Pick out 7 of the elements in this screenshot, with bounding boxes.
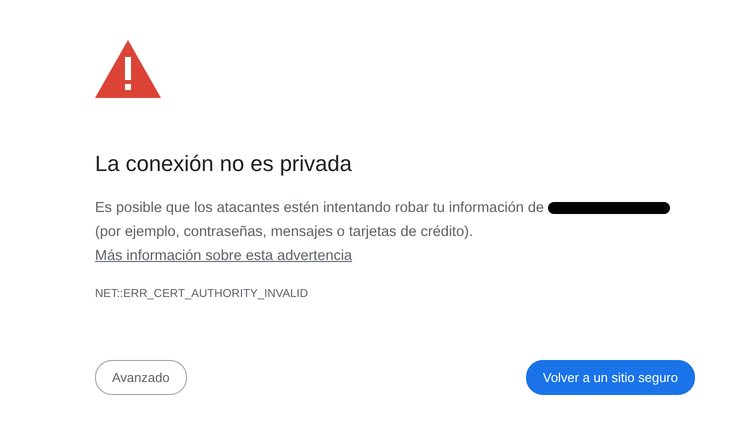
learn-more-link[interactable]: Más información sobre esta advertencia (95, 248, 352, 264)
warning-message: Es posible que los atacantes estén intentando robar tu información de (por ejemplo, contraseñas, mensajes o tarjetas de crédito). Más información sobre esta advertencia (95, 196, 715, 268)
page-title: La conexión no es privada (95, 150, 353, 178)
error-code: NET::ERR_CERT_AUTHORITY_INVALID (95, 288, 310, 300)
warning-icon (95, 40, 161, 98)
advanced-button[interactable]: Avanzado (95, 360, 187, 395)
back-to-safety-button[interactable]: Volver a un sitio seguro (526, 360, 695, 395)
